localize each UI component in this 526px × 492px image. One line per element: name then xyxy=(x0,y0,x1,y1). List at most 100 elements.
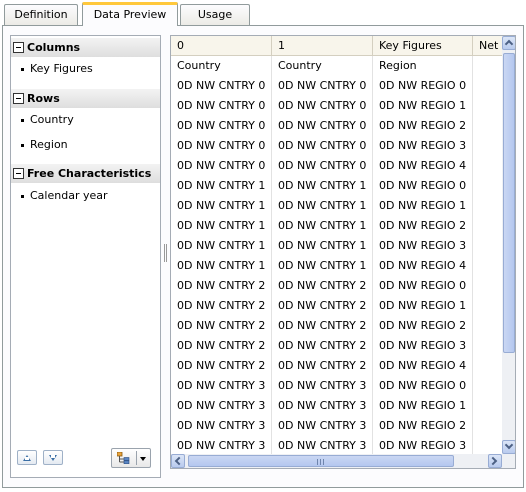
table-cell[interactable]: 0D NW CNTRY 3 xyxy=(171,416,272,436)
table-cell[interactable]: 0D NW REGIO 1 xyxy=(373,396,473,416)
table-row[interactable]: 0D NW CNTRY 0 0D NW CNTRY 0 0D NW REGIO 2 xyxy=(171,116,502,136)
table-cell[interactable]: 0D NW CNTRY 2 xyxy=(272,316,373,336)
table-cell[interactable]: 0D NW CNTRY 1 xyxy=(272,236,373,256)
table-cell[interactable]: 0D NW CNTRY 2 xyxy=(272,356,373,376)
table-cell[interactable]: 0D NW CNTRY 1 xyxy=(272,196,373,216)
table-cell[interactable]: 0D NW CNTRY 2 xyxy=(272,296,373,316)
collapse-icon[interactable] xyxy=(13,168,24,179)
table-cell[interactable]: 0D NW CNTRY 1 xyxy=(272,216,373,236)
table-row[interactable]: 0D NW CNTRY 2 0D NW CNTRY 2 0D NW REGIO 0 xyxy=(171,276,502,296)
table-cell[interactable]: 0D NW CNTRY 0 xyxy=(171,156,272,176)
table-cell[interactable]: 0D NW CNTRY 3 xyxy=(171,376,272,396)
move-up-button[interactable] xyxy=(17,450,37,465)
table-cell[interactable]: 0D NW CNTRY 3 xyxy=(272,436,373,454)
table-cell[interactable]: 0D NW CNTRY 2 xyxy=(171,316,272,336)
table-cell[interactable]: 0D NW CNTRY 1 xyxy=(171,196,272,216)
table-cell[interactable]: 0D NW REGIO 4 xyxy=(373,356,473,376)
table-row[interactable]: 0D NW CNTRY 3 0D NW CNTRY 3 0D NW REGIO 1 xyxy=(171,396,502,416)
table-row[interactable]: 0D NW CNTRY 1 0D NW CNTRY 1 0D NW REGIO 4 xyxy=(171,256,502,276)
table-cell[interactable] xyxy=(473,96,502,116)
table-row[interactable]: 0D NW CNTRY 1 0D NW CNTRY 1 0D NW REGIO 2 xyxy=(171,216,502,236)
hierarchy-dropdown-button[interactable] xyxy=(111,448,151,468)
pane-splitter[interactable] xyxy=(163,244,169,262)
table-cell[interactable]: 0D NW REGIO 0 xyxy=(373,376,473,396)
table-cell[interactable] xyxy=(473,116,502,136)
list-item-calendar-year[interactable]: Calendar year xyxy=(21,189,108,202)
table-cell[interactable]: 0D NW CNTRY 0 xyxy=(272,116,373,136)
table-cell[interactable]: 0D NW CNTRY 0 xyxy=(171,136,272,156)
table-cell[interactable]: 0D NW CNTRY 0 xyxy=(272,136,373,156)
chevron-down-icon[interactable] xyxy=(140,457,146,461)
column-header[interactable]: 0 xyxy=(171,36,272,56)
column-header[interactable]: Net xyxy=(473,36,503,56)
list-item-region[interactable]: Region xyxy=(21,138,68,151)
table-cell[interactable]: 0D NW REGIO 3 xyxy=(373,236,473,256)
table-cell[interactable]: 0D NW CNTRY 1 xyxy=(171,176,272,196)
table-cell[interactable] xyxy=(473,396,502,416)
horizontal-scroll-thumb[interactable] xyxy=(188,455,454,467)
table-cell[interactable]: 0D NW CNTRY 2 xyxy=(171,356,272,376)
vertical-scrollbar[interactable] xyxy=(502,36,515,454)
table-row[interactable]: 0D NW CNTRY 0 0D NW CNTRY 0 0D NW REGIO 1 xyxy=(171,96,502,116)
table-row[interactable]: 0D NW CNTRY 2 0D NW CNTRY 2 0D NW REGIO 3 xyxy=(171,336,502,356)
table-cell[interactable]: 0D NW REGIO 2 xyxy=(373,116,473,136)
table-cell[interactable]: 0D NW REGIO 4 xyxy=(373,156,473,176)
table-row[interactable]: 0D NW CNTRY 2 0D NW CNTRY 2 0D NW REGIO 2 xyxy=(171,316,502,336)
table-cell[interactable]: 0D NW REGIO 3 xyxy=(373,436,473,454)
table-cell[interactable]: 0D NW REGIO 1 xyxy=(373,96,473,116)
tab-usage[interactable]: Usage xyxy=(180,4,250,25)
section-free-characteristics-header[interactable]: Free Characteristics xyxy=(11,164,160,183)
table-cell[interactable]: 0D NW REGIO 2 xyxy=(373,416,473,436)
table-row[interactable]: Country Country Region xyxy=(171,56,502,76)
scroll-left-button[interactable] xyxy=(171,454,185,468)
table-cell[interactable] xyxy=(473,356,502,376)
table-cell[interactable] xyxy=(473,56,502,76)
table-cell[interactable]: 0D NW REGIO 3 xyxy=(373,336,473,356)
table-row[interactable]: 0D NW CNTRY 0 0D NW CNTRY 0 0D NW REGIO 0 xyxy=(171,76,502,96)
table-cell[interactable]: 0D NW CNTRY 0 xyxy=(171,76,272,96)
tab-definition[interactable]: Definition xyxy=(4,4,78,25)
horizontal-scrollbar[interactable] xyxy=(171,454,502,468)
collapse-icon[interactable] xyxy=(13,42,24,53)
table-cell[interactable] xyxy=(473,416,502,436)
table-cell[interactable] xyxy=(473,296,502,316)
table-cell[interactable]: 0D NW REGIO 4 xyxy=(373,256,473,276)
table-cell[interactable]: 0D NW CNTRY 0 xyxy=(171,96,272,116)
table-row[interactable]: 0D NW CNTRY 1 0D NW CNTRY 1 0D NW REGIO 3 xyxy=(171,236,502,256)
table-cell[interactable] xyxy=(473,316,502,336)
table-cell[interactable] xyxy=(473,236,502,256)
vertical-scroll-thumb[interactable] xyxy=(503,53,515,353)
table-cell[interactable]: Country xyxy=(272,56,373,76)
table-row[interactable]: 0D NW CNTRY 2 0D NW CNTRY 2 0D NW REGIO 1 xyxy=(171,296,502,316)
table-cell[interactable]: 0D NW CNTRY 3 xyxy=(171,436,272,454)
table-cell[interactable] xyxy=(473,276,502,296)
move-down-button[interactable] xyxy=(43,450,63,465)
table-cell[interactable]: 0D NW CNTRY 1 xyxy=(272,176,373,196)
table-cell[interactable] xyxy=(473,216,502,236)
table-cell[interactable]: 0D NW REGIO 3 xyxy=(373,136,473,156)
table-row[interactable]: 0D NW CNTRY 1 0D NW CNTRY 1 0D NW REGIO 0 xyxy=(171,176,502,196)
table-cell[interactable]: 0D NW REGIO 2 xyxy=(373,216,473,236)
table-cell[interactable]: 0D NW CNTRY 1 xyxy=(171,216,272,236)
table-cell[interactable]: 0D NW CNTRY 1 xyxy=(272,256,373,276)
scroll-down-button[interactable] xyxy=(502,440,515,454)
table-row[interactable]: 0D NW CNTRY 3 0D NW CNTRY 3 0D NW REGIO 2 xyxy=(171,416,502,436)
table-cell[interactable]: 0D NW CNTRY 0 xyxy=(171,116,272,136)
table-cell[interactable] xyxy=(473,156,502,176)
table-cell[interactable]: 0D NW CNTRY 0 xyxy=(272,76,373,96)
table-row[interactable]: 0D NW CNTRY 3 0D NW CNTRY 3 0D NW REGIO 3 xyxy=(171,436,502,454)
table-cell[interactable] xyxy=(473,436,502,454)
table-cell[interactable] xyxy=(473,136,502,156)
table-row[interactable]: 0D NW CNTRY 3 0D NW CNTRY 3 0D NW REGIO 0 xyxy=(171,376,502,396)
collapse-icon[interactable] xyxy=(13,93,24,104)
table-cell[interactable]: 0D NW REGIO 0 xyxy=(373,76,473,96)
table-cell[interactable]: 0D NW CNTRY 3 xyxy=(171,396,272,416)
table-row[interactable]: 0D NW CNTRY 1 0D NW CNTRY 1 0D NW REGIO 1 xyxy=(171,196,502,216)
tab-data-preview[interactable]: Data Preview xyxy=(82,2,178,26)
table-cell[interactable]: 0D NW CNTRY 3 xyxy=(272,376,373,396)
table-cell[interactable]: 0D NW CNTRY 3 xyxy=(272,416,373,436)
table-row[interactable]: 0D NW CNTRY 0 0D NW CNTRY 0 0D NW REGIO 3 xyxy=(171,136,502,156)
scroll-up-button[interactable] xyxy=(502,36,515,50)
table-cell[interactable]: 0D NW CNTRY 1 xyxy=(171,256,272,276)
section-columns-header[interactable]: Columns xyxy=(11,38,160,57)
